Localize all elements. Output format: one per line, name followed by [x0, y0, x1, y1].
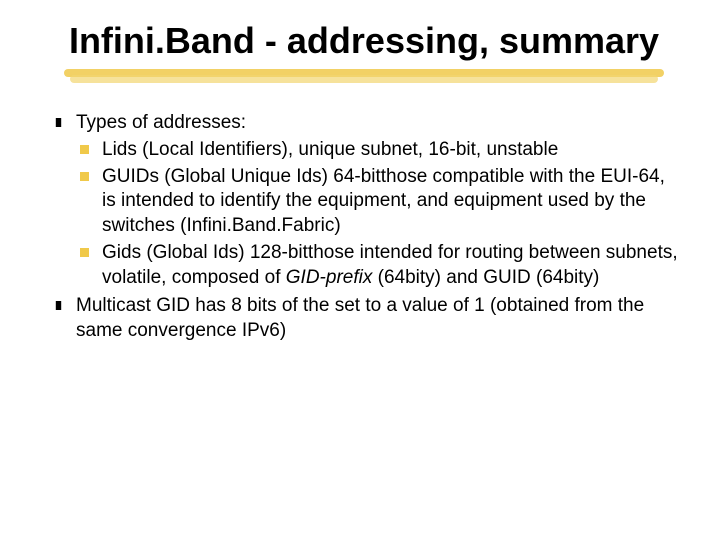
bullet-text: Multicast GID has 8 bits of the set to a… [76, 295, 644, 341]
list-item: Multicast GID has 8 bits of the set to a… [48, 294, 680, 343]
title-block: Infini.Band - addressing, summary [48, 20, 680, 61]
underline-stroke-icon [70, 75, 658, 83]
content-area: Types of addresses: Lids (Local Identifi… [48, 111, 680, 343]
title-underline [64, 69, 664, 87]
list-item: Types of addresses: Lids (Local Identifi… [48, 111, 680, 290]
bullet-text: GUIDs (Global Unique Ids) 64-bitthose co… [102, 166, 665, 236]
slide-title: Infini.Band - addressing, summary [68, 20, 660, 61]
list-item: Lids (Local Identifiers), unique subnet,… [76, 138, 680, 163]
bullet-text-italic: GID-prefix [286, 267, 373, 288]
sub-bullet-list: Lids (Local Identifiers), unique subnet,… [76, 138, 680, 290]
bullet-text: Types of addresses: [76, 112, 246, 133]
bullet-list: Types of addresses: Lids (Local Identifi… [48, 111, 680, 343]
list-item: Gids (Global Ids) 128-bitthose intended … [76, 241, 680, 290]
bullet-text: Lids (Local Identifiers), unique subnet,… [102, 139, 558, 160]
slide: Infini.Band - addressing, summary Types … [0, 0, 720, 540]
bullet-text-post: (64bity) and GUID (64bity) [372, 267, 599, 288]
list-item: GUIDs (Global Unique Ids) 64-bitthose co… [76, 165, 680, 239]
